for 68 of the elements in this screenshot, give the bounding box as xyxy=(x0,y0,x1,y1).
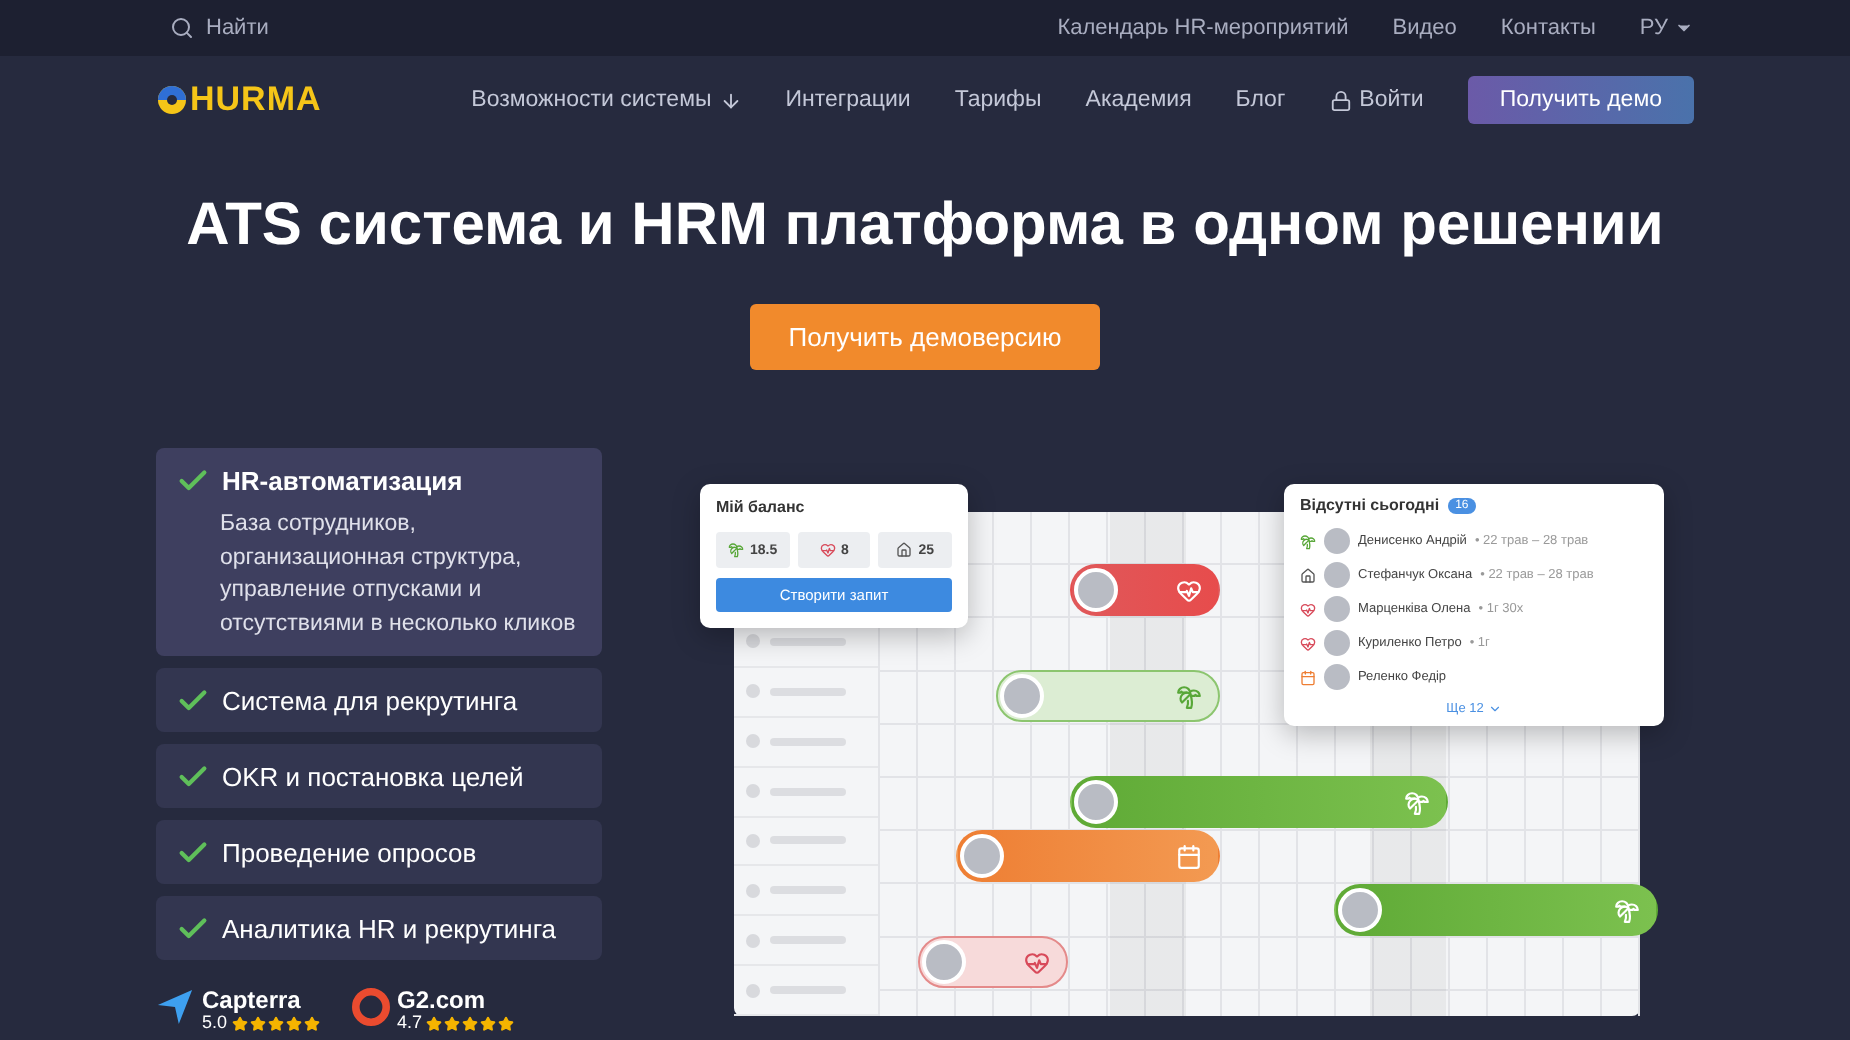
calendar-icon xyxy=(1176,843,1202,869)
palm-tree-icon xyxy=(1176,683,1202,709)
login-link[interactable]: Войти xyxy=(1329,88,1424,112)
palm-tree-icon xyxy=(1614,897,1640,923)
feature-description: База сотрудников, организационная структура, управление отпусками и отсутствиями в несколько кликов xyxy=(220,510,578,639)
rating-score: 5.0 xyxy=(202,1014,228,1032)
house-icon xyxy=(896,542,913,558)
feature-title: HR-автоматизация xyxy=(222,466,463,496)
nav-link[interactable]: Тарифы xyxy=(954,88,1042,112)
feature-item[interactable]: HR-автоматизация База сотрудников, организационная структура, управление отпусками и отсутствиями в несколько кликов xyxy=(156,448,602,656)
chevron-down-icon xyxy=(1487,702,1502,716)
avatar xyxy=(1324,664,1350,690)
feature-title: Система для рекрутинга xyxy=(222,685,518,715)
logo-text[interactable]: HURMA xyxy=(190,80,322,120)
feature-item[interactable]: Система для рекрутинга xyxy=(156,668,602,732)
nav-link[interactable]: Блог xyxy=(1235,88,1286,112)
absence-bar[interactable] xyxy=(956,830,1220,882)
avatar xyxy=(1324,630,1350,656)
demo-button[interactable]: Получить демо xyxy=(1467,76,1694,124)
avatar xyxy=(1074,780,1118,824)
avatar xyxy=(960,834,1004,878)
language-selector[interactable]: РУ xyxy=(1639,16,1694,40)
palm-tree-icon xyxy=(728,542,745,558)
rating-logo-icon xyxy=(351,988,390,1026)
rating-score: 4.7 xyxy=(397,1014,423,1032)
absence-bar[interactable] xyxy=(1070,776,1448,828)
avatar xyxy=(1338,888,1382,932)
search-icon xyxy=(170,16,194,40)
feature-title: OKR и постановка целей xyxy=(222,761,524,791)
house-icon xyxy=(1300,567,1316,583)
feature-item[interactable]: OKR и постановка целей xyxy=(156,744,602,808)
top-link[interactable]: Контакты xyxy=(1500,16,1596,40)
avatar xyxy=(1074,568,1118,612)
absence-bar[interactable] xyxy=(1070,564,1220,616)
palm-tree-icon xyxy=(1404,789,1430,815)
card-title: Відсутні сьогодні xyxy=(1300,496,1440,514)
avatar xyxy=(1000,674,1044,718)
rating-logo-icon xyxy=(156,988,194,1026)
absence-bar[interactable] xyxy=(996,670,1220,722)
feature-title: Проведение опросов xyxy=(222,837,477,867)
feature-item[interactable]: Проведение опросов xyxy=(156,820,602,884)
absence-bar[interactable] xyxy=(1334,884,1658,936)
avatar xyxy=(1324,596,1350,622)
heart-pulse-icon xyxy=(819,542,836,558)
nav-link[interactable]: Возможности системы xyxy=(471,88,742,112)
card-title: Мій баланс xyxy=(716,498,807,516)
nav-link[interactable]: Интеграции xyxy=(785,88,911,112)
feature-title: Аналитика HR и рекрутинга xyxy=(222,913,557,943)
calendar-icon xyxy=(1300,669,1316,685)
avatar xyxy=(1324,528,1350,554)
top-link[interactable]: Видео xyxy=(1392,16,1457,40)
avatar xyxy=(1324,562,1350,588)
heart-pulse-icon xyxy=(1024,949,1050,975)
heart-pulse-icon xyxy=(1300,601,1316,617)
nav-link[interactable]: Академия xyxy=(1085,88,1192,112)
top-link[interactable]: Календарь HR-мероприятий xyxy=(1057,16,1349,40)
feature-item[interactable]: Аналитика HR и рекрутинга xyxy=(156,896,602,960)
lock-icon xyxy=(1329,89,1352,111)
rating-name: Capterra xyxy=(202,988,303,1014)
rating-name: G2.com xyxy=(397,988,488,1014)
absence-bar[interactable] xyxy=(918,936,1068,988)
avatar xyxy=(922,940,966,984)
heart-pulse-icon xyxy=(1176,577,1202,603)
palm-tree-icon xyxy=(1300,533,1316,549)
search-field[interactable]: Найти xyxy=(206,16,366,40)
heart-pulse-icon xyxy=(1300,635,1316,651)
logo-icon xyxy=(156,84,188,116)
hero-title: ATS система и HRM платформа в одном решении xyxy=(184,190,1666,262)
